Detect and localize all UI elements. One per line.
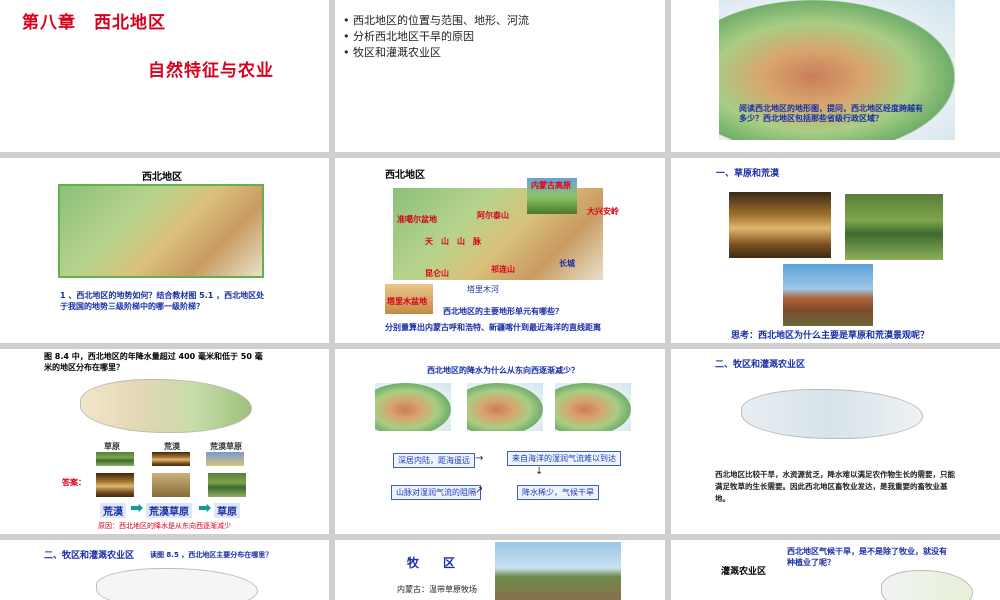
label-talimu-pendi: 塔里木盆地 xyxy=(387,297,427,306)
slide-10[interactable]: 二、牧区和灌溉农业区 读图 8.5 ，西北地区主要分布在哪里？ xyxy=(0,540,329,600)
slide-5[interactable]: 西北地区 内蒙古高原 准噶尔盆地 阿尔泰山 天 山 山 脉 昆仑山 祁连山 长城… xyxy=(335,158,665,343)
sequence-step: 荒漠草原 xyxy=(146,503,192,518)
slide-question-1: 西北地区的主要地形单元有哪些？ xyxy=(443,307,563,316)
slide-1[interactable]: 第八章 西北地区 自然特征与农业 xyxy=(0,0,329,152)
desert-grassland-thumb xyxy=(206,452,244,466)
bullet-item: • 分析西北地区干旱的原因 xyxy=(343,30,474,43)
slide-title: 西北地区 xyxy=(385,170,425,181)
section-heading: 灌溉农业区 xyxy=(721,567,767,577)
pasture-map-thumb xyxy=(96,568,258,600)
slide-6[interactable]: 一、草原和荒漠 思考：西北地区为什么主要是草原和荒漠景观呢？ xyxy=(671,158,1000,343)
irrigation-map-thumb xyxy=(881,570,973,600)
label-changcheng: 长城 xyxy=(559,259,575,268)
arrow-icon: ➡ xyxy=(130,498,144,517)
slide-title: 牧 区 xyxy=(407,556,456,570)
label-daxinganling: 大兴安岭 xyxy=(587,207,619,216)
grassland-thumb xyxy=(96,452,134,466)
result-box: 降水稀少，气候干旱 xyxy=(517,485,599,500)
slide-question: 图 8.4 中，西北地区的年降水量超过 400 毫米和低于 50 毫米的地区分布… xyxy=(44,352,263,372)
slide-question-2: 分别量算出内蒙古呼和浩特、新疆喀什到最近海洋的直线距离 xyxy=(385,323,601,332)
label-aertaishan: 阿尔泰山 xyxy=(477,211,509,220)
answer-desert-photo xyxy=(96,473,134,497)
think-question: 思考：西北地区为什么主要是草原和荒漠景观呢？ xyxy=(731,331,930,341)
desert-rock-photo xyxy=(783,264,873,326)
pasture-map-image xyxy=(741,389,923,439)
arrow-icon: ↗ xyxy=(475,485,484,496)
section-heading: 二、牧区和灌溉农业区 xyxy=(44,551,135,561)
chapter-subtitle: 自然特征与农业 xyxy=(148,61,274,81)
answer-desert-grassland-photo xyxy=(152,473,190,497)
slide-4[interactable]: 西北地区 1 、西北地区的地势如何？结合教材图 5.1 ，西北地区处于我国的地势… xyxy=(0,158,329,343)
slide-12[interactable]: 灌溉农业区 西北地区气候干旱，是不是除了牧业，就没有种植业了呢？ xyxy=(671,540,1000,600)
cause-box: 山脉对湿润气流的阻隔 xyxy=(391,485,481,500)
map-question: 阅读西北地区的地形图，提问，西北地区经度跨越有多少？西北地区包括那些省级行政区域… xyxy=(739,104,923,123)
china-map-1 xyxy=(375,383,451,431)
slide-2[interactable]: • 西北地区的位置与范围、地形、河流 • 分析西北地区干旱的原因 • 牧区和灌溉… xyxy=(335,0,665,152)
arrow-icon: ↓ xyxy=(535,466,544,477)
slide-title: 西北地区 xyxy=(142,172,182,183)
body-text: 西北地区比较干旱，水资源贫乏，降水难以满足农作物生长的需要，只能满足牧草的生长需… xyxy=(715,470,955,503)
precip-map-image xyxy=(80,379,252,433)
reason-text: 原因：西北地区的降水是从东向西逐渐减少 xyxy=(98,522,231,530)
sequence-step: 草原 xyxy=(214,503,240,518)
slide-question: 西北地区的降水为什么从东向西逐渐减少？ xyxy=(427,366,579,375)
china-map-3 xyxy=(555,383,631,431)
slide-3[interactable]: 阅读西北地区的地形图，提问，西北地区经度跨越有多少？西北地区包括那些省级行政区域… xyxy=(671,0,1000,152)
section-heading: 一、草原和荒漠 xyxy=(716,169,780,179)
arrow-icon: → xyxy=(475,453,484,464)
desert-photo xyxy=(729,192,831,258)
label-desert-grassland: 荒漠草原 xyxy=(210,442,242,451)
label-kunlun: 昆仑山 xyxy=(425,269,449,278)
chapter-title: 第八章 西北地区 xyxy=(22,13,166,33)
slide-9[interactable]: 二、牧区和灌溉农业区 西北地区比较干旱，水资源贫乏，降水难以满足农作物生长的需要… xyxy=(671,349,1000,534)
label-grassland: 草原 xyxy=(104,442,120,451)
answer-grassland-photo xyxy=(208,473,246,497)
label-qilian: 祁连山 xyxy=(491,265,515,274)
northwest-map-image xyxy=(58,184,264,278)
bullet-item: • 牧区和灌溉农业区 xyxy=(343,46,441,59)
label-tianshan: 天 山 山 脉 xyxy=(425,237,481,246)
label-zhungeer: 准噶尔盆地 xyxy=(397,215,437,224)
slide-question: 读图 8.5 ，西北地区主要分布在哪里？ xyxy=(150,551,273,559)
sequence-step: 荒漠 xyxy=(100,503,126,518)
label-desert: 荒漠 xyxy=(164,442,180,451)
slide-8[interactable]: 西北地区的降水为什么从东向西逐渐减少？ 深居内陆，距海遥远 来自海洋的湿润气流难… xyxy=(335,349,665,534)
slide-question: 1 、西北地区的地势如何？结合教材图 5.1 ，西北地区处于我国的地势三级阶梯中… xyxy=(60,291,265,311)
cause-box: 深居内陆，距海遥远 xyxy=(393,453,475,468)
slide-question: 西北地区气候干旱，是不是除了牧业，就没有种植业了呢？ xyxy=(787,547,947,567)
slide-11[interactable]: 牧 区 内蒙古：温带草原牧场 xyxy=(335,540,665,600)
cause-box: 来自海洋的湿润气流难以到达 xyxy=(507,451,621,466)
china-map-2 xyxy=(467,383,543,431)
answer-label: 答案： xyxy=(62,478,86,487)
yurt-photo xyxy=(495,542,621,600)
label-neimenggu: 内蒙古高原 xyxy=(531,181,571,190)
label-talimu-he: 塔里木河 xyxy=(467,285,499,294)
desert-thumb xyxy=(152,452,190,466)
slide-7[interactable]: 图 8.4 中，西北地区的年降水量超过 400 毫米和低于 50 毫米的地区分布… xyxy=(0,349,329,534)
arrow-icon: ➡ xyxy=(198,498,212,517)
photo-caption: 内蒙古：温带草原牧场 xyxy=(397,585,477,594)
grassland-photo xyxy=(845,194,943,260)
bullet-item: • 西北地区的位置与范围、地形、河流 xyxy=(343,14,529,27)
section-heading: 二、牧区和灌溉农业区 xyxy=(715,360,806,370)
